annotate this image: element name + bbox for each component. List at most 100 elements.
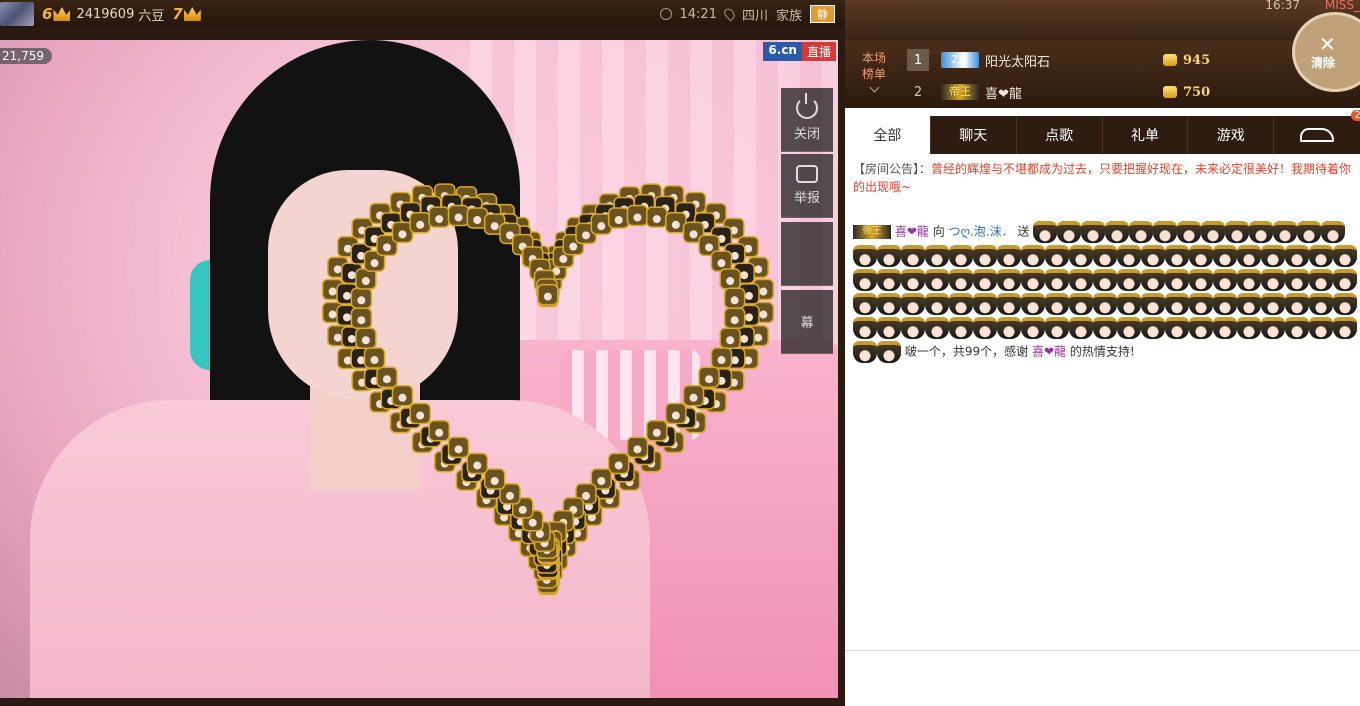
gift-icon bbox=[949, 293, 973, 315]
gift-icon bbox=[1189, 245, 1213, 267]
gift-icon bbox=[1093, 269, 1117, 291]
close-icon: ✕ bbox=[1319, 31, 1336, 56]
gift-icon bbox=[1117, 317, 1141, 339]
rank-index: 1 bbox=[907, 49, 929, 71]
tab-all[interactable]: 全部 bbox=[845, 116, 931, 154]
gift-icon bbox=[949, 245, 973, 267]
chat-tabs: 全部 聊天 点歌 礼单 游戏 21 bbox=[845, 110, 1360, 154]
control-button-blank[interactable] bbox=[781, 222, 833, 286]
gift-icon bbox=[1069, 317, 1093, 339]
gift-icon bbox=[997, 245, 1021, 267]
thanks-nickname[interactable]: 喜❤龍 bbox=[1032, 345, 1066, 359]
gift-icon bbox=[1213, 245, 1237, 267]
gift-icon bbox=[973, 269, 997, 291]
gift-icon bbox=[1057, 221, 1082, 243]
ranking-row[interactable]: 1 2富 阳光太阳石 945 bbox=[907, 46, 1327, 74]
report-button[interactable]: 举报 bbox=[781, 154, 833, 218]
gift-icon bbox=[1117, 269, 1141, 291]
close-label: 关闭 bbox=[793, 127, 820, 142]
gift-icon bbox=[1141, 269, 1165, 291]
gift-icon bbox=[925, 317, 949, 339]
current-user[interactable]: MISS_ bbox=[1325, 0, 1360, 12]
gift-icon bbox=[1189, 317, 1213, 339]
gift-icon bbox=[877, 341, 901, 363]
to-word: 向 bbox=[932, 224, 945, 239]
gift-icon bbox=[949, 317, 973, 339]
gift-icon bbox=[997, 269, 1021, 291]
gift-icon bbox=[877, 245, 901, 267]
gift-icon bbox=[1021, 317, 1045, 339]
gift-icon bbox=[1069, 293, 1093, 315]
gift-icon bbox=[1321, 221, 1346, 243]
gift-tail-text: 啵一个，共99个，感谢 bbox=[904, 344, 1029, 359]
gift-icon bbox=[973, 317, 997, 339]
gift-icon bbox=[853, 269, 877, 291]
tab-chat[interactable]: 聊天 bbox=[931, 116, 1017, 154]
gift-icon bbox=[1033, 221, 1058, 243]
gift-icon bbox=[949, 269, 973, 291]
clock-icon bbox=[659, 8, 672, 20]
gift-icon bbox=[1261, 317, 1285, 339]
gift-icon bbox=[1261, 293, 1285, 315]
tab-games[interactable]: 游戏 bbox=[1188, 116, 1275, 154]
gift-icon bbox=[1141, 293, 1165, 315]
ranking-title-1: 本场 bbox=[861, 51, 886, 65]
gift-icon bbox=[1237, 245, 1261, 267]
right-header: 16:37 MISS_ bbox=[845, 0, 1360, 40]
gift-icon bbox=[997, 293, 1021, 315]
video-stream[interactable]: 21,759 6.cn 直播 关闭 举报 幕 bbox=[0, 40, 838, 698]
gift-icon bbox=[925, 269, 949, 291]
tab-car[interactable]: 21 bbox=[1274, 110, 1360, 154]
family-badge[interactable]: 静 bbox=[810, 5, 835, 23]
gift-icon bbox=[1213, 293, 1237, 315]
gift-icon bbox=[1045, 317, 1069, 339]
gift-icon bbox=[901, 317, 925, 339]
danmaku-button[interactable]: 幕 bbox=[781, 290, 833, 354]
gift-icon bbox=[1153, 221, 1178, 243]
danmaku-label: 幕 bbox=[800, 316, 814, 331]
receiver-nickname[interactable]: つღ.泡.沫． bbox=[949, 225, 1014, 239]
rank-coins: 945 bbox=[1163, 53, 1210, 68]
gift-icon bbox=[1333, 293, 1357, 315]
rank-username: 喜❤龍 bbox=[985, 86, 1022, 102]
gift-icon bbox=[1213, 269, 1237, 291]
wealth-level-badge: 6 bbox=[42, 5, 71, 23]
coin-icon bbox=[1163, 86, 1177, 98]
anchor-avatar[interactable] bbox=[0, 2, 34, 26]
gift-icon bbox=[1045, 269, 1069, 291]
power-icon bbox=[796, 93, 818, 119]
send-word: 送 bbox=[1017, 224, 1030, 239]
car-icon bbox=[1300, 128, 1335, 142]
gift-icon bbox=[853, 341, 877, 363]
ranking-toggle[interactable]: 本场 榜单 bbox=[857, 50, 891, 93]
tab-song-request[interactable]: 点歌 bbox=[1017, 116, 1103, 154]
rank-index: 2 bbox=[913, 84, 923, 100]
streamer-face bbox=[268, 170, 458, 400]
gift-icon bbox=[1237, 293, 1261, 315]
gift-icon bbox=[1333, 269, 1357, 291]
gift-icon bbox=[1021, 293, 1045, 315]
gift-icon bbox=[877, 317, 901, 339]
gift-icon bbox=[1189, 293, 1213, 315]
location: 四川 bbox=[741, 8, 768, 24]
chat-feed: 【房间公告】：曾经的辉煌与不堪都成为过去，只要把握好现在，未来必定很美好！我期待… bbox=[853, 160, 1360, 364]
tab-gift-list[interactable]: 礼单 bbox=[1103, 116, 1189, 154]
sender-nickname[interactable]: 喜❤龍 bbox=[895, 225, 929, 239]
gift-icon bbox=[1117, 245, 1141, 267]
ranking-row[interactable]: 2 帝王 喜❤龍 750 bbox=[907, 78, 1327, 106]
gift-icon bbox=[1165, 245, 1189, 267]
gift-icon bbox=[925, 293, 949, 315]
gift-icon bbox=[901, 293, 925, 315]
star-level-badge: 7 bbox=[172, 5, 201, 23]
gift-icon bbox=[1237, 317, 1261, 339]
close-video-button[interactable]: 关闭 bbox=[781, 88, 833, 152]
gift-icons bbox=[853, 221, 1357, 363]
gift-icon bbox=[1309, 269, 1333, 291]
gift-icon bbox=[1105, 221, 1130, 243]
brand-name: 6.cn bbox=[763, 42, 802, 61]
notice-title: 【房间公告】： bbox=[853, 162, 932, 176]
gift-icon bbox=[1081, 221, 1106, 243]
gift-icon bbox=[997, 317, 1021, 339]
gift-icon bbox=[1021, 245, 1045, 267]
gift-icon bbox=[1021, 269, 1045, 291]
